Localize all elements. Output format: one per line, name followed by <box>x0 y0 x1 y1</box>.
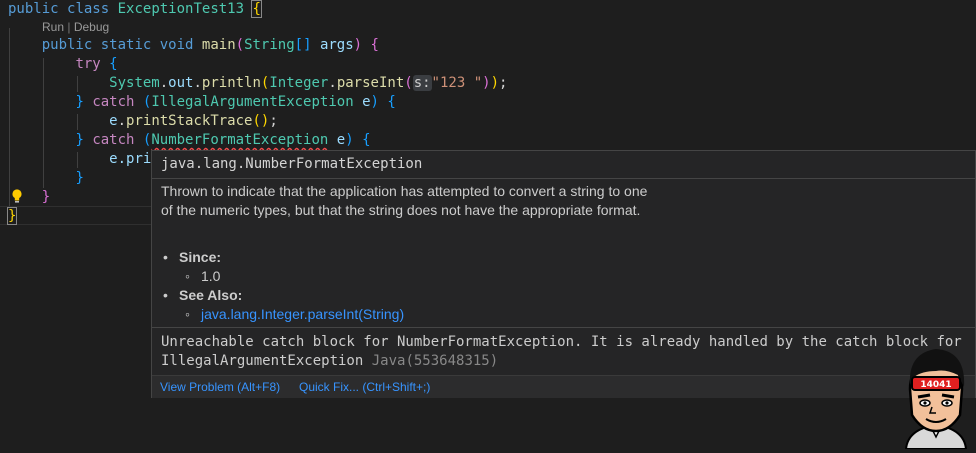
token: public <box>41 37 93 53</box>
bracket: { <box>109 56 118 72</box>
code-line-11: } <box>6 207 18 226</box>
token: ; <box>269 113 278 129</box>
problem-line-1: Unreachable catch block for NumberFormat… <box>161 334 962 350</box>
code-line-1: public class ExceptionTest13 { <box>8 0 262 19</box>
token: System <box>109 75 160 91</box>
code-line-2: public static void main(String[] args) { <box>8 36 379 55</box>
bracket: } <box>75 132 84 148</box>
bracket: } <box>41 189 51 205</box>
token: ; <box>499 75 508 91</box>
avatar-logo: 14041 <box>904 349 968 449</box>
view-problem-button[interactable]: View Problem (Alt+F8) <box>160 376 280 398</box>
quick-fix-button[interactable]: Quick Fix... (Ctrl+Shift+;) <box>299 376 430 398</box>
run-codelens[interactable]: Run <box>42 20 64 34</box>
string-literal: "123 " <box>431 75 483 91</box>
code-line-5: } catch (IllegalArgumentException e) { <box>8 93 396 112</box>
hover-tags: • Since: ◦ 1.0 • See Also: ◦ java.lang.Integ… <box>163 248 404 324</box>
token: catch <box>92 94 135 110</box>
class-name: ExceptionTest13 <box>117 1 245 17</box>
token: . <box>159 75 169 91</box>
token: try <box>75 56 101 72</box>
bracket: ) <box>482 75 491 91</box>
error-token[interactable]: NumberFormatException <box>151 132 328 148</box>
token: class <box>67 1 110 17</box>
bracket: } <box>6 207 18 225</box>
problem-message: Unreachable catch block for NumberFormat… <box>161 333 971 371</box>
divider <box>152 178 975 179</box>
code-line-9: } <box>8 169 84 188</box>
token: void <box>159 37 194 53</box>
token: out <box>168 75 194 91</box>
bracket: () <box>252 113 270 129</box>
bullet-icon: • <box>163 287 168 303</box>
token: . <box>117 113 127 129</box>
hover-actions: View Problem (Alt+F8) Quick Fix... (Ctrl… <box>152 376 975 398</box>
bracket: ( <box>235 37 245 53</box>
hover-description: Thrown to indicate that the application … <box>161 183 648 218</box>
hover-popup: java.lang.NumberFormatException Thrown t… <box>151 150 976 398</box>
token: IllegalArgumentException <box>151 94 354 110</box>
bracket: { <box>370 37 379 53</box>
bracket: ( <box>404 75 413 91</box>
token: parseInt <box>336 75 405 91</box>
avatar-badge-text: 14041 <box>920 380 951 390</box>
token: public <box>8 1 59 17</box>
bracket: { <box>251 0 262 18</box>
bracket: ) <box>345 132 354 148</box>
see-also-label: See Also: <box>179 287 243 303</box>
problem-source: Java(553648315) <box>371 353 499 369</box>
token: args <box>319 37 354 53</box>
token: . <box>328 75 337 91</box>
lightbulb-icon[interactable] <box>11 188 23 204</box>
bracket: } <box>75 94 84 110</box>
code-line-8: e.pri <box>8 150 151 169</box>
divider <box>152 327 975 328</box>
bracket: ) <box>353 37 363 53</box>
token: String <box>244 37 295 53</box>
token: . <box>193 75 202 91</box>
token: println <box>201 75 261 91</box>
bracket: [] <box>294 37 312 53</box>
codelens: Run | Debug <box>42 20 109 35</box>
code-line-7: } catch (NumberFormatException e) { <box>8 131 371 150</box>
token: static <box>100 37 152 53</box>
token: Integer <box>269 75 329 91</box>
token: e <box>109 113 118 129</box>
see-also-link[interactable]: java.lang.Integer.parseInt(String) <box>201 306 404 322</box>
bracket: ) <box>370 94 379 110</box>
parameter-hint: s: <box>412 75 432 91</box>
problem-line-2: IllegalArgumentException <box>161 353 364 369</box>
hover-signature: java.lang.NumberFormatException <box>161 156 423 172</box>
circle-bullet-icon: ◦ <box>185 268 190 284</box>
token: e <box>336 132 346 148</box>
debug-codelens[interactable]: Debug <box>74 20 109 34</box>
token: e <box>362 94 371 110</box>
codelens-separator: | <box>67 20 71 34</box>
token: e.pri <box>109 151 152 167</box>
bracket: ) <box>490 75 499 91</box>
since-value: 1.0 <box>201 268 221 284</box>
method-name: main <box>201 37 236 53</box>
bullet-icon: • <box>163 249 168 265</box>
code-line-6: e.printStackTrace(); <box>8 112 278 131</box>
code-line-3: try { <box>8 55 118 74</box>
bracket: } <box>75 170 84 186</box>
token: printStackTrace <box>126 113 253 129</box>
circle-bullet-icon: ◦ <box>185 306 190 322</box>
since-label: Since: <box>179 249 222 265</box>
bracket: { <box>362 132 371 148</box>
code-line-4: System.out.println(Integer.parseInt(s:"1… <box>8 74 507 93</box>
bracket: { <box>387 94 396 110</box>
token: catch <box>92 132 135 148</box>
